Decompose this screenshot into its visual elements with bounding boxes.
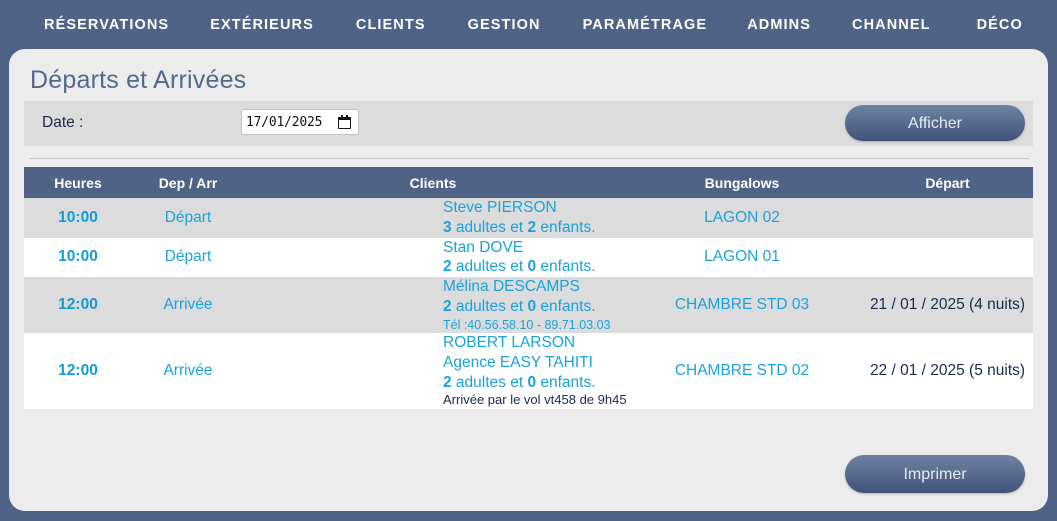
children-count: 0 (527, 373, 537, 391)
client-counts: 2 adultes et 0 enfants. (443, 373, 622, 393)
date-input-value: 17/01/2025 (246, 114, 323, 130)
imprimer-button[interactable]: Imprimer (845, 455, 1025, 493)
date-label: Date : (42, 114, 84, 131)
client-counts: 2 adultes et 0 enfants. (443, 257, 622, 277)
adults-count: 2 (443, 298, 452, 316)
cell-clients: Mélina DESCAMPS 2 adultes et 0 enfants. … (244, 277, 622, 333)
cell-heure: 10:00 (24, 237, 132, 278)
client-agency: Agence EASY TAHITI (443, 353, 593, 371)
column-header-bungalows: Bungalows (622, 167, 862, 198)
cell-heure: 12:00 (24, 332, 132, 410)
client-counts: 3 adultes et 2 enfants. (443, 218, 622, 238)
cell-heure: 12:00 (24, 277, 132, 333)
cell-bungalow: CHAMBRE STD 02 (622, 332, 862, 410)
counts-end-text: enfants. (536, 373, 596, 391)
departures-arrivals-table: Heures Dep / Arr Clients Bungalows Dépar… (24, 167, 1033, 410)
cell-dep-arr: Départ (132, 237, 244, 278)
cell-depart-date (862, 198, 1033, 238)
section-divider (29, 158, 1029, 159)
date-input[interactable]: 17/01/2025 (241, 109, 359, 135)
client-name: ROBERT LARSON (443, 333, 576, 351)
client-counts: 2 adultes et 0 enfants. (443, 297, 622, 317)
cell-clients: Steve PIERSON 3 adultes et 2 enfants. (244, 198, 622, 238)
cell-depart-date: 21 / 01 / 2025 (4 nuits) (862, 277, 1033, 333)
adults-count: 3 (443, 218, 452, 236)
counts-mid-text: adultes et (451, 373, 528, 391)
content-panel: Départs et Arrivées Date : 17/01/2025 Af… (9, 49, 1048, 511)
cell-heure: 10:00 (24, 198, 132, 238)
table-row[interactable]: 10:00 Départ Stan DOVE 2 adultes et 0 en… (24, 237, 1033, 278)
cell-depart-date: 22 / 01 / 2025 (5 nuits) (862, 332, 1033, 410)
column-header-depart: Départ (862, 167, 1033, 198)
nav-item-parametrage[interactable]: PARAMÉTRAGE (583, 17, 708, 33)
nav-item-gestion[interactable]: GESTION (468, 17, 541, 33)
nav-item-clients[interactable]: CLIENTS (356, 17, 426, 33)
table-row[interactable]: 10:00 Départ Steve PIERSON 3 adultes et … (24, 198, 1033, 238)
nav-item-channel[interactable]: CHANNEL (852, 17, 931, 33)
cell-clients: ROBERT LARSON Agence EASY TAHITI 2 adult… (244, 332, 627, 410)
counts-mid-text: adultes et (451, 258, 528, 276)
adults-count: 2 (443, 258, 452, 276)
client-name: Mélina DESCAMPS (443, 278, 580, 296)
client-flight-note: Arrivée par le vol vt458 de 9h45 (443, 392, 627, 408)
cell-dep-arr: Départ (132, 198, 244, 238)
cell-bungalow: LAGON 02 (622, 198, 862, 238)
cell-dep-arr: Arrivée (132, 332, 244, 410)
nav-item-reservations[interactable]: RÉSERVATIONS (44, 17, 169, 33)
nav-item-exterieurs[interactable]: EXTÉRIEURS (210, 17, 314, 33)
cell-bungalow: LAGON 01 (622, 237, 862, 278)
adults-count: 2 (443, 373, 452, 391)
cell-dep-arr: Arrivée (132, 277, 244, 333)
main-navigation: RÉSERVATIONS EXTÉRIEURS CLIENTS GESTION … (0, 0, 1057, 49)
client-name: Steve PIERSON (443, 199, 557, 216)
calendar-icon[interactable] (338, 115, 351, 129)
cell-bungalow: CHAMBRE STD 03 (622, 277, 862, 333)
counts-mid-text: adultes et (451, 298, 528, 316)
column-header-heures: Heures (24, 167, 132, 198)
children-count: 2 (527, 218, 537, 236)
column-header-dep-arr: Dep / Arr (132, 167, 244, 198)
afficher-button[interactable]: Afficher (845, 105, 1025, 141)
cell-depart-date (862, 237, 1033, 278)
children-count: 0 (527, 298, 537, 316)
counts-mid-text: adultes et (451, 218, 528, 236)
table-body: 10:00 Départ Steve PIERSON 3 adultes et … (24, 198, 1033, 410)
page-title: Départs et Arrivées (30, 66, 247, 94)
cell-clients: Stan DOVE 2 adultes et 0 enfants. (244, 237, 622, 278)
departures-arrivals-table-container: Heures Dep / Arr Clients Bungalows Dépar… (24, 167, 1033, 410)
column-header-clients: Clients (244, 167, 622, 198)
nav-item-deco[interactable]: DÉCO (977, 17, 1023, 33)
table-row[interactable]: 12:00 Arrivée Mélina DESCAMPS 2 adultes … (24, 277, 1033, 333)
table-header-row: Heures Dep / Arr Clients Bungalows Dépar… (24, 167, 1033, 198)
table-row[interactable]: 12:00 Arrivée ROBERT LARSON Agence EASY … (24, 332, 1033, 410)
nav-item-admins[interactable]: ADMINS (747, 17, 811, 33)
counts-end-text: enfants. (536, 218, 596, 236)
counts-end-text: enfants. (536, 258, 596, 276)
client-phone: Tél :40.56.58.10 - 89.71.03.03 (443, 317, 611, 332)
counts-end-text: enfants. (536, 298, 596, 316)
children-count: 0 (527, 258, 537, 276)
client-name: Stan DOVE (443, 238, 524, 256)
